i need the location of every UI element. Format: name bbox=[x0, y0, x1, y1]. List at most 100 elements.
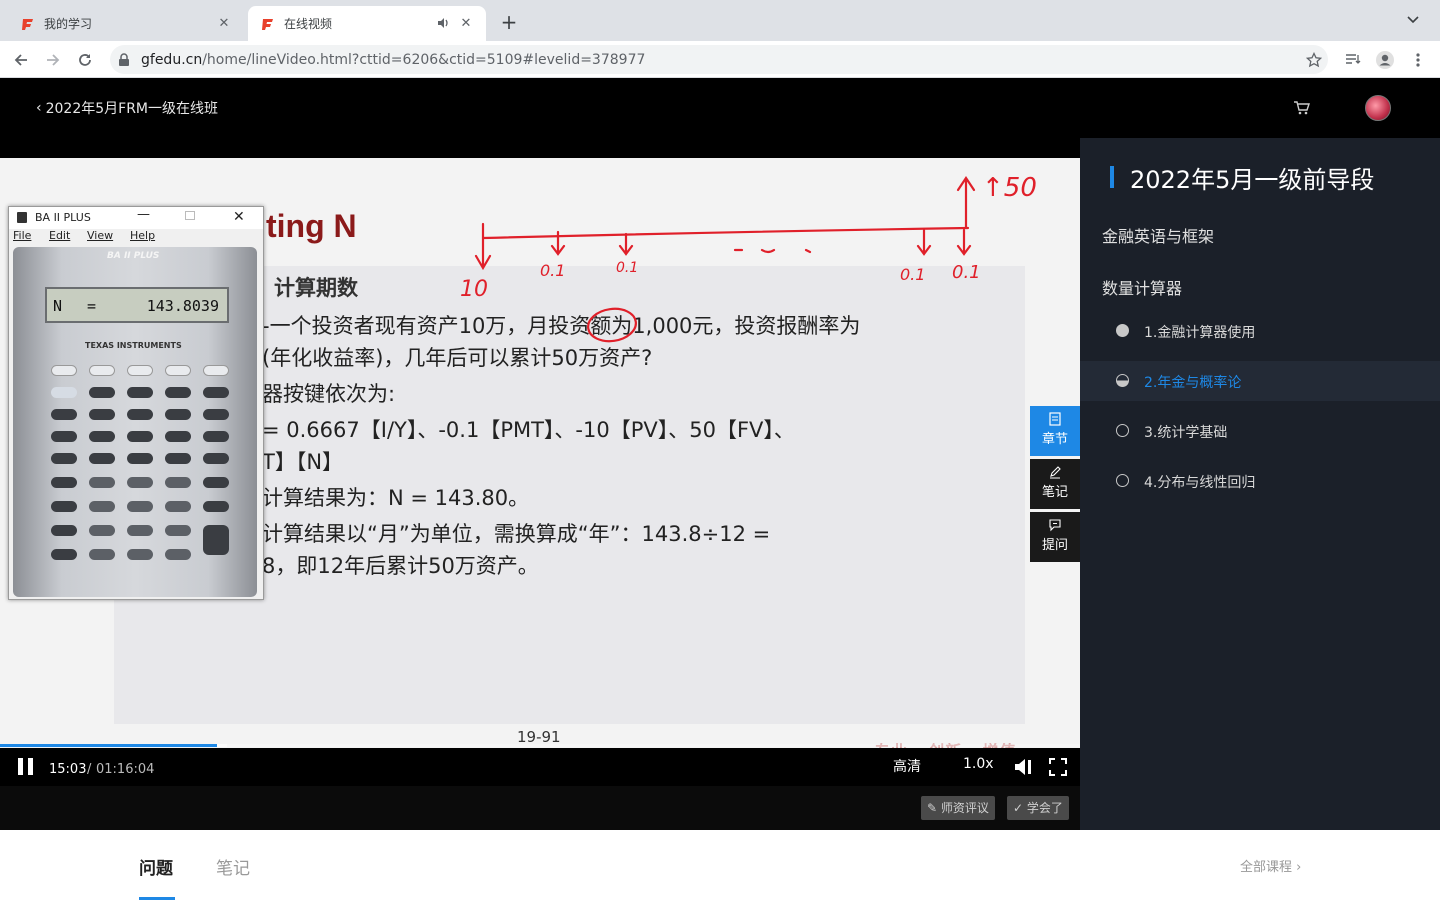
bookmark-star-icon[interactable] bbox=[1301, 47, 1327, 73]
browser-tab-online-video[interactable]: 在线视频 ✕ bbox=[248, 6, 486, 41]
course-back-link[interactable]: ‹ 2022年5月FRM一级在线班 bbox=[36, 98, 218, 118]
calculator-titlebar[interactable]: BA II PLUS — ✕ bbox=[9, 207, 263, 229]
browser-menu-icon[interactable] bbox=[1405, 47, 1431, 73]
calc-key[interactable] bbox=[165, 365, 191, 376]
calc-key[interactable] bbox=[165, 409, 191, 420]
calc-key[interactable] bbox=[89, 501, 115, 512]
browser-tab-my-learning[interactable]: 我的学习 ✕ bbox=[8, 6, 244, 41]
calc-key[interactable] bbox=[203, 525, 229, 555]
calc-key[interactable] bbox=[165, 387, 191, 398]
calc-key[interactable] bbox=[51, 387, 77, 398]
calc-key[interactable] bbox=[89, 365, 115, 376]
calc-key[interactable] bbox=[89, 525, 115, 536]
calc-key[interactable] bbox=[165, 525, 191, 536]
ask-question-button[interactable]: 提问 bbox=[1030, 512, 1080, 562]
ask-label: 提问 bbox=[1041, 538, 1068, 553]
minimize-icon[interactable]: — bbox=[137, 207, 150, 222]
rate-teacher-button[interactable]: ✎ 师资评议 bbox=[921, 796, 995, 820]
lock-icon[interactable] bbox=[118, 52, 132, 67]
calc-key[interactable] bbox=[127, 501, 153, 512]
calc-key[interactable] bbox=[203, 387, 229, 398]
document-icon bbox=[1048, 412, 1062, 426]
back-arrow-icon[interactable] bbox=[8, 47, 34, 73]
calc-key[interactable] bbox=[127, 365, 153, 376]
calc-key[interactable] bbox=[127, 409, 153, 420]
calc-key[interactable] bbox=[89, 431, 115, 442]
pause-button[interactable] bbox=[18, 758, 34, 775]
pause-icon bbox=[28, 758, 33, 775]
quality-selector[interactable]: 高清 bbox=[893, 756, 921, 776]
chapter-button[interactable]: 章节 bbox=[1030, 406, 1080, 456]
calc-key[interactable] bbox=[89, 549, 115, 560]
reload-icon[interactable] bbox=[72, 47, 98, 73]
player-action-bar: ✎ 师资评议 ✓ 学会了 bbox=[0, 786, 1080, 830]
video-progress-bar[interactable] bbox=[0, 744, 1080, 747]
tab-notes[interactable]: 笔记 bbox=[216, 854, 250, 879]
calc-key[interactable] bbox=[51, 525, 77, 536]
fullscreen-icon[interactable] bbox=[1048, 757, 1068, 777]
forward-arrow-icon[interactable] bbox=[40, 47, 66, 73]
calc-key[interactable] bbox=[89, 453, 115, 464]
mark-learned-button[interactable]: ✓ 学会了 bbox=[1007, 796, 1069, 820]
calc-key[interactable] bbox=[51, 453, 77, 464]
calc-key[interactable] bbox=[51, 549, 77, 560]
calc-key[interactable] bbox=[127, 453, 153, 464]
calc-key[interactable] bbox=[203, 477, 229, 488]
calc-key[interactable] bbox=[51, 431, 77, 442]
tab-search-chevron-icon[interactable] bbox=[1406, 12, 1428, 32]
calc-key[interactable] bbox=[51, 409, 77, 420]
new-tab-button[interactable]: + bbox=[498, 11, 520, 33]
calc-key[interactable] bbox=[51, 477, 77, 488]
all-courses-link[interactable]: 全部课程 › bbox=[1240, 856, 1301, 875]
annotation-0-1: 0.1 bbox=[540, 261, 565, 280]
video-player[interactable]: ting N 计算期数 -一个投资者现有资产10万，月投资额为1,000元，投资… bbox=[0, 138, 1080, 830]
calc-key[interactable] bbox=[51, 365, 77, 376]
tab-questions[interactable]: 问题 bbox=[139, 854, 173, 879]
calc-menu-edit[interactable]: Edit bbox=[49, 229, 70, 242]
calc-key[interactable] bbox=[89, 387, 115, 398]
lesson-label: 3.统计学基础 bbox=[1144, 425, 1228, 441]
section-heading[interactable]: 数量计算器 bbox=[1102, 275, 1182, 299]
playback-speed-selector[interactable]: 1.0x bbox=[963, 756, 994, 772]
maximize-icon[interactable] bbox=[185, 211, 195, 220]
calc-key[interactable] bbox=[203, 501, 229, 512]
calculator-window[interactable]: BA II PLUS — ✕ File Edit View Help BA II… bbox=[8, 206, 264, 600]
calc-menu-help[interactable]: Help bbox=[130, 229, 155, 242]
user-avatar[interactable] bbox=[1365, 95, 1391, 121]
calc-key[interactable] bbox=[203, 365, 229, 376]
calc-key[interactable] bbox=[127, 525, 153, 536]
tab-close-icon[interactable]: ✕ bbox=[216, 16, 232, 32]
address-bar[interactable]: gfedu.cn/home/lineVideo.html?cttid=6206&… bbox=[110, 45, 1328, 74]
lesson-item[interactable]: 4.分布与线性回归 bbox=[1080, 461, 1440, 501]
calc-key[interactable] bbox=[127, 431, 153, 442]
lesson-item-active[interactable]: 2.年金与概率论 bbox=[1080, 361, 1440, 401]
calc-key[interactable] bbox=[165, 501, 191, 512]
reading-list-icon[interactable] bbox=[1340, 47, 1366, 73]
calc-key[interactable] bbox=[127, 477, 153, 488]
calc-key[interactable] bbox=[165, 453, 191, 464]
calc-key[interactable] bbox=[51, 501, 77, 512]
notes-button[interactable]: 笔记 bbox=[1030, 459, 1080, 509]
close-icon[interactable]: ✕ bbox=[233, 209, 245, 225]
calc-key[interactable] bbox=[165, 431, 191, 442]
calc-key[interactable] bbox=[89, 409, 115, 420]
calc-menu-view[interactable]: View bbox=[87, 229, 113, 242]
calc-key[interactable] bbox=[203, 409, 229, 420]
lesson-item[interactable]: 1.金融计算器使用 bbox=[1080, 311, 1440, 351]
lesson-item[interactable]: 3.统计学基础 bbox=[1080, 411, 1440, 451]
calc-key[interactable] bbox=[165, 549, 191, 560]
cart-icon[interactable] bbox=[1293, 99, 1311, 117]
tab-audio-playing-icon[interactable] bbox=[436, 16, 452, 32]
calc-menu-file[interactable]: File bbox=[13, 229, 31, 242]
tab-close-icon[interactable]: ✕ bbox=[458, 16, 474, 32]
calc-key[interactable] bbox=[165, 477, 191, 488]
browser-tab-bar: 我的学习 ✕ 在线视频 ✕ + bbox=[0, 0, 1440, 41]
profile-avatar-icon[interactable] bbox=[1372, 47, 1398, 73]
calc-key[interactable] bbox=[203, 453, 229, 464]
calc-key[interactable] bbox=[203, 431, 229, 442]
volume-icon[interactable] bbox=[1013, 756, 1037, 778]
calc-key[interactable] bbox=[89, 477, 115, 488]
calc-key[interactable] bbox=[127, 549, 153, 560]
section-heading[interactable]: 金融英语与框架 bbox=[1102, 223, 1214, 247]
calc-key[interactable] bbox=[127, 387, 153, 398]
